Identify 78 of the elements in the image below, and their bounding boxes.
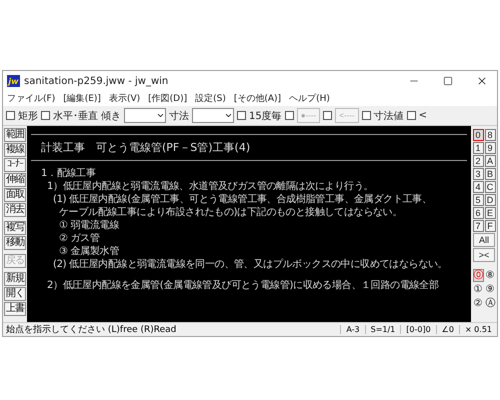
- status-cell: A-3: [340, 325, 365, 334]
- layer-group-button[interactable]: 3: [472, 168, 484, 180]
- layer-button[interactable]: ①: [472, 283, 484, 296]
- drawing-text: ① 弱電流電線: [58, 219, 120, 232]
- menu-item[interactable]: ヘルプ(H): [289, 92, 330, 105]
- layer-group-button[interactable]: 9: [484, 142, 496, 154]
- layer-group-button[interactable]: 6: [472, 207, 484, 219]
- layer-group-button[interactable]: D: [484, 194, 496, 206]
- status-cell: ∠0: [436, 325, 459, 334]
- checkbox-label: 水平･垂直: [53, 110, 98, 122]
- drawing-text: 1）低圧屋内配線と弱電流電線、水道管及びガス管の離隔は次により行う。: [46, 180, 374, 193]
- checkbox-label: 15度毎: [249, 110, 282, 122]
- checkbox[interactable]: [6, 111, 15, 120]
- layer-button[interactable]: ②: [472, 297, 484, 310]
- status-cell: [0-0]0: [400, 325, 436, 334]
- layer-button[interactable]: ⑨: [484, 283, 496, 296]
- drawing-text: 1．配線工事: [40, 167, 97, 180]
- combo-box[interactable]: [192, 108, 234, 123]
- menu-item[interactable]: [作図(D)]: [148, 92, 188, 105]
- close-icon: [476, 75, 488, 87]
- checkbox-label: 寸法値: [374, 110, 404, 122]
- checkbox[interactable]: [41, 111, 50, 120]
- tool-button[interactable]: 面取: [4, 188, 26, 202]
- menu-item[interactable]: 設定(S): [195, 92, 226, 105]
- tool-button[interactable]: 上書: [4, 302, 26, 316]
- swap-button[interactable]: ><: [473, 248, 495, 262]
- tool-button[interactable]: 消去: [4, 203, 26, 217]
- drawing-text: ② ガス管: [58, 232, 101, 245]
- layer-group-button[interactable]: C: [484, 181, 496, 193]
- all-button[interactable]: All: [473, 233, 495, 247]
- status-cell: × 0.51: [458, 325, 497, 334]
- drawing-text: (2) 低圧屋内配線と弱電流電線を同一の、管、又はプルボックスの中に収めてはならない。: [52, 258, 448, 271]
- maximize-icon: [443, 76, 453, 86]
- tool-button[interactable]: 新規: [4, 272, 26, 286]
- status-cell: S=1/1: [364, 325, 400, 334]
- layer-group-button[interactable]: 2: [472, 155, 484, 167]
- drawing-text: ③ 金属製水管: [58, 245, 120, 258]
- tool-button[interactable]: 複線: [4, 143, 26, 157]
- tool-button[interactable]: 開く: [4, 287, 26, 301]
- checkbox[interactable]: [237, 111, 246, 120]
- tool-button[interactable]: 範囲: [4, 128, 26, 142]
- layer-group-button[interactable]: B: [484, 168, 496, 180]
- checkbox[interactable]: [406, 111, 416, 120]
- status-message: 始点を指示してください (L)free (R)Read: [5, 324, 178, 336]
- combo-box[interactable]: [124, 108, 166, 123]
- layer-group-button[interactable]: 1: [472, 142, 484, 154]
- drawing-text: (1) 低圧屋内配線(金属管工事、可とう電線管工事、合成樹脂管工事、金属ダクト工事、: [52, 193, 433, 206]
- layer-group-button[interactable]: 5: [472, 194, 484, 206]
- layer-group-button[interactable]: E: [484, 207, 496, 219]
- drawing-title: 計装工事 可とう電線管(PF－S管)工事(4): [31, 134, 467, 161]
- drawing-canvas[interactable]: [27, 126, 471, 322]
- layer-group-button[interactable]: 8: [484, 129, 496, 141]
- tool-button[interactable]: 移動: [4, 236, 26, 250]
- tool-button[interactable]: 複写: [4, 221, 26, 235]
- window-title: sanitation-p259.jww - jw_win: [24, 76, 170, 86]
- drawing-text: 2）低圧屋内配線を金属管(金属電線管及び可とう電線管)に収める場合、１回路の電線全部: [46, 279, 440, 292]
- layer-group-button[interactable]: 0: [472, 129, 484, 141]
- tool-button[interactable]: ｺｰﾅｰ: [4, 158, 26, 172]
- drawing-text: ケーブル配線工事により布設されたもの)は下記のものと接触してはならない。: [58, 206, 404, 219]
- dropdown-icon: [224, 111, 233, 120]
- checkbox-label: <: [418, 110, 427, 121]
- menu-item[interactable]: [編集(E)]: [63, 92, 101, 105]
- layer-group-button[interactable]: 4: [472, 181, 484, 193]
- checkbox[interactable]: [362, 111, 371, 120]
- layer-group-button[interactable]: F: [484, 220, 496, 232]
- app-logo: jw: [7, 75, 20, 87]
- menu-item[interactable]: ファイル(F): [7, 92, 56, 105]
- field-label: 寸法: [169, 110, 189, 122]
- field-label: 傾き: [101, 110, 121, 122]
- layer-group-button[interactable]: 7: [472, 220, 484, 232]
- dropdown-icon: [156, 111, 165, 120]
- layer-button[interactable]: ⑧: [484, 269, 496, 282]
- layer-button[interactable]: Ⓐ: [484, 297, 496, 310]
- menu-item[interactable]: 表示(V): [108, 92, 140, 105]
- menu-item[interactable]: [その他(A)]: [234, 92, 282, 105]
- tool-button[interactable]: 伸縮: [4, 173, 26, 187]
- layer-group-button[interactable]: A: [484, 155, 496, 167]
- checkbox-label: 矩形: [18, 110, 38, 122]
